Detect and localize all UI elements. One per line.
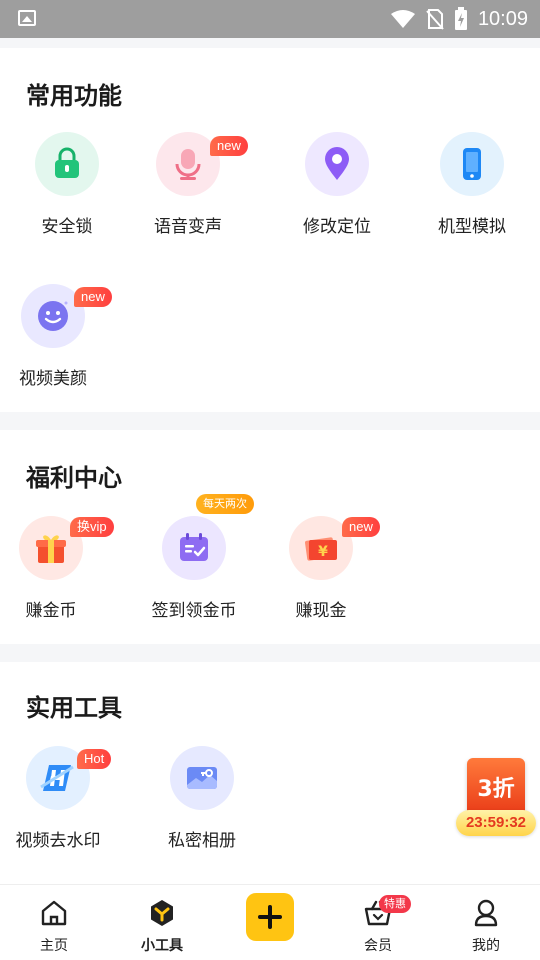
new-badge: new [210,136,248,156]
item-label: 视频美颜 [19,369,87,389]
lock-icon [55,147,79,178]
watermark-remove-icon [40,765,74,791]
private-album-icon [187,767,217,789]
tab-home[interactable]: 主页 [9,885,99,960]
plus-icon [258,905,282,929]
section-title-welfare: 福利中心 [26,464,122,492]
tab-label: 会员 [364,938,392,954]
item-label: 视频去水印 [15,831,101,851]
new-badge: new [74,287,112,307]
calendar-check-icon [180,533,208,561]
item-label: 安全锁 [41,217,93,237]
discount-label: 3折 [467,758,525,816]
welfare-center-section: 福利中心 换vip 赚金币 每天两次 签到领金币 ¥ new 赚现金 [0,430,540,644]
countdown-timer: 23:59:32 [456,810,536,836]
tab-tools[interactable]: 小工具 [117,885,207,960]
location-pin-icon [325,147,349,180]
item-label: 语音变声 [154,217,222,237]
svg-text:¥: ¥ [318,544,328,560]
clock-time: 10:09 [477,7,528,30]
tools-icon [151,900,173,926]
cash-envelope-icon: ¥ [305,537,337,561]
item-label: 赚现金 [295,601,347,621]
item-label: 赚金币 [25,601,77,621]
special-offer-badge: 特惠 [379,895,411,913]
microphone-icon [175,149,201,180]
image-notification-icon [18,10,36,26]
wifi-icon [390,10,415,28]
tab-label: 我的 [472,938,500,954]
add-button[interactable] [246,893,294,941]
bottom-tab-bar: 主页 小工具 会员 特惠 我的 [0,884,540,960]
item-label: 修改定位 [303,217,371,237]
twice-daily-badge: 每天两次 [196,494,254,514]
tab-label: 小工具 [141,938,183,954]
item-label: 机型模拟 [438,217,506,237]
new-badge: new [342,517,380,537]
status-bar: 10:09 [0,0,540,38]
tab-label: 主页 [40,938,68,954]
item-label: 签到领金币 [151,601,237,621]
smiley-face-icon [38,301,68,331]
home-icon [41,900,67,926]
hot-badge: Hot [77,749,112,769]
vip-exchange-badge: 换vip [70,517,114,537]
no-sim-icon [426,9,444,30]
common-functions-section: 常用功能 安全锁 new 语音变声 修改定位 机型模拟 new 视频美颜 [0,48,540,412]
item-label: 私密相册 [168,831,236,851]
profile-icon [474,899,498,927]
discount-promo-widget[interactable]: 3折 23:59:32 [456,758,536,838]
gift-box-icon [36,535,66,563]
phone-icon [463,148,481,180]
section-title-common: 常用功能 [26,82,122,110]
tab-profile[interactable]: 我的 [441,885,531,960]
battery-charging-icon [454,7,467,30]
tab-membership[interactable]: 会员 [333,885,423,960]
section-title-tools: 实用工具 [26,694,122,722]
